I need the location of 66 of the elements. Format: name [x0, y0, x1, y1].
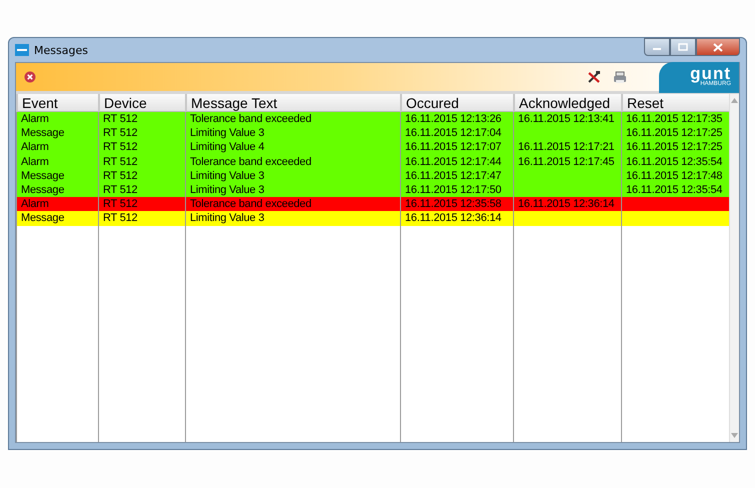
table-cell: Message	[21, 184, 64, 196]
table-row[interactable]: Message RT 512 Limiting Value 3 16.11.2015 12:17:50 16.11.2015 12:35:54	[16, 182, 729, 198]
table-cell: 16.11.2015 12:17:21	[518, 141, 614, 154]
table-cell: Alarm	[21, 113, 49, 125]
table-cell: RT 512	[103, 198, 138, 210]
table-cell: RT 512	[103, 170, 138, 182]
column-header[interactable]: Occured	[400, 94, 513, 112]
table-cell: Message	[21, 170, 64, 182]
table-cell: Limiting Value 4	[190, 141, 264, 154]
table-cell: RT 512	[103, 127, 138, 140]
table-cell: Alarm	[21, 198, 49, 210]
column-header[interactable]: Message Text	[185, 94, 400, 112]
column-header[interactable]: Device	[98, 94, 185, 112]
table-cell: RT 512	[103, 184, 138, 196]
table-cell: 16.11.2015 12:17:48	[626, 170, 722, 182]
table-cell: 16.11.2015 12:35:54	[626, 156, 722, 168]
printer-icon[interactable]	[613, 70, 627, 84]
table-row[interactable]: Alarm RT 512 Limiting Value 4 16.11.2015 12:17:07 16.11.2015 12:17:21 16.11.2015 12:17:25	[16, 140, 729, 155]
table-cell: Tolerance band exceeded	[190, 113, 312, 125]
minimize-button[interactable]	[644, 38, 670, 56]
table-cell: 16.11.2015 12:17:25	[626, 141, 722, 154]
table-cell: 16.11.2015 12:17:04	[405, 127, 502, 140]
table-cell: RT 512	[103, 141, 138, 154]
column-header[interactable]: Event	[16, 94, 98, 112]
app-icon	[15, 44, 29, 56]
table-cell: Alarm	[21, 156, 49, 168]
window-title: Messages	[34, 44, 88, 56]
table-row[interactable]: Message RT 512 Limiting Value 3 16.11.2015 12:17:04 16.11.2015 12:17:25	[16, 126, 729, 140]
close-icon	[713, 42, 723, 52]
table-cell: 16.11.2015 12:17:07	[405, 141, 502, 154]
table-cell: 16.11.2015 12:35:54	[626, 184, 722, 196]
table-cell: Limiting Value 3	[190, 170, 264, 182]
table-cell: 16.11.2015 12:13:41	[518, 113, 614, 125]
table-cell: 16.11.2015 12:36:14	[518, 198, 614, 210]
table-cell: 16.11.2015 12:17:25	[626, 127, 722, 140]
table-cell: 16.11.2015 12:17:44	[405, 156, 502, 168]
table-cell: Limiting Value 3	[190, 127, 264, 140]
table-cell: Message	[21, 127, 64, 140]
table-row[interactable]: Alarm RT 512 Tolerance band exceeded 16.11.2015 12:35:58 16.11.2015 12:36:14	[16, 197, 729, 212]
table-cell: RT 512	[103, 113, 138, 125]
table-cell: Tolerance band exceeded	[190, 156, 312, 168]
table-cell: RT 512	[103, 156, 138, 168]
table-cell: Alarm	[21, 141, 49, 154]
table-cell: Limiting Value 3	[190, 212, 264, 224]
maximize-icon	[678, 43, 688, 51]
table-row[interactable]: Message RT 512 Limiting Value 3 16.11.2015 12:17:47 16.11.2015 12:17:48	[16, 168, 729, 183]
table-cell: 16.11.2015 12:36:14	[405, 212, 502, 224]
table-cell: 16.11.2015 12:17:35	[626, 113, 722, 125]
table-cell: 16.11.2015 12:13:26	[405, 113, 502, 125]
table-cell: Tolerance band exceeded	[190, 198, 312, 210]
table-cell: 16.11.2015 12:17:50	[405, 184, 502, 196]
table-cell: Limiting Value 3	[190, 184, 264, 196]
column-header[interactable]: Reset	[621, 94, 729, 112]
close-button[interactable]	[696, 38, 740, 56]
maximize-button[interactable]	[670, 38, 696, 56]
table-cell: Message	[21, 212, 64, 224]
table-cell: RT 512	[103, 212, 138, 224]
table-row[interactable]: Message RT 512 Limiting Value 3 16.11.2015 12:36:14	[16, 211, 729, 226]
error-icon[interactable]	[24, 71, 36, 83]
table-cell: 16.11.2015 12:35:58	[405, 198, 502, 210]
table-row[interactable]: Alarm RT 512 Tolerance band exceeded 16.11.2015 12:13:26 16.11.2015 12:13:41 16.11.2015 12:17:35	[16, 112, 729, 126]
table-row[interactable]: Alarm RT 512 Tolerance band exceeded 16.11.2015 12:17:44 16.11.2015 12:17:45 16.11.2015 12:35:54	[16, 154, 729, 169]
column-header[interactable]: Acknowledged	[513, 94, 621, 112]
tools-icon[interactable]	[587, 70, 601, 84]
table-cell: 16.11.2015 12:17:47	[405, 170, 502, 182]
table-cell: 16.11.2015 12:17:45	[518, 156, 614, 168]
